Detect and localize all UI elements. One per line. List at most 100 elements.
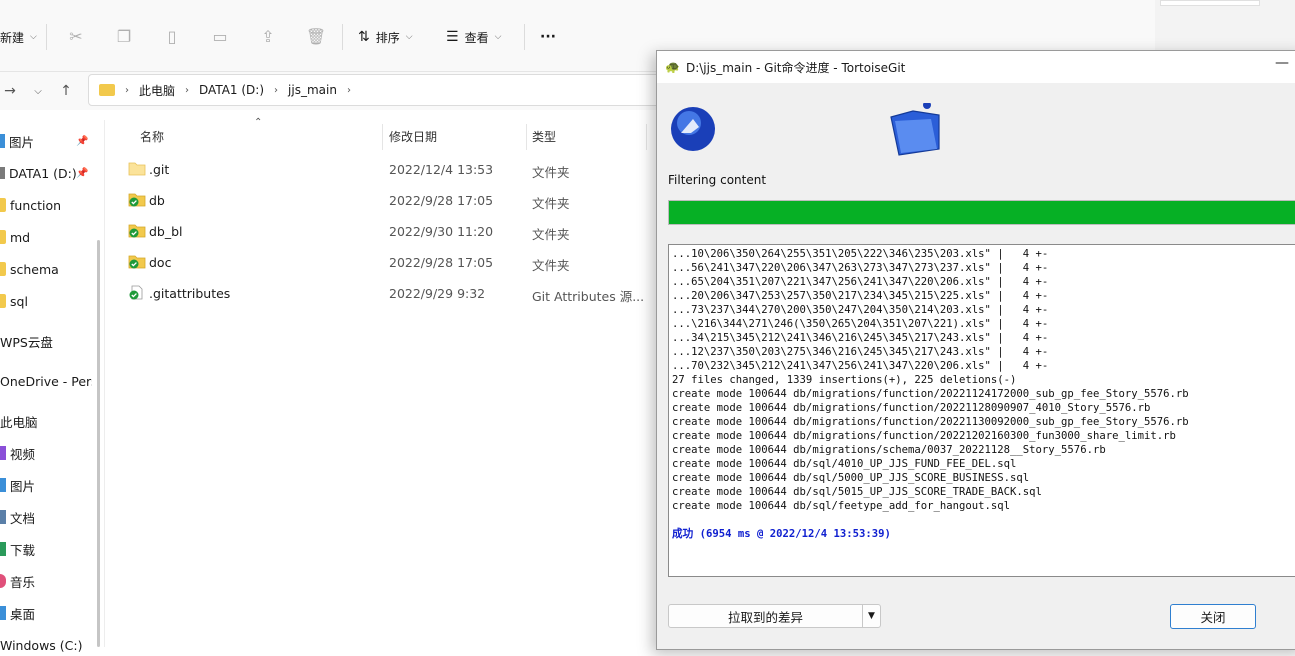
nav-item-documents[interactable]: 文档 (0, 506, 92, 528)
column-divider[interactable] (646, 124, 647, 150)
breadcrumb-data1[interactable]: DATA1 (D:) (199, 83, 264, 97)
nav-item-wps-cloud[interactable]: WPS云盘 (0, 330, 92, 352)
toolbar-divider (524, 24, 525, 50)
file-modified: 2022/9/29 9:32 (389, 286, 486, 301)
paste-icon[interactable]: ▯ (162, 26, 182, 46)
folder-icon (128, 162, 146, 176)
address-bar[interactable]: › 此电脑 › DATA1 (D:) › jjs_main › (88, 74, 708, 106)
nav-item-label: function (10, 197, 62, 213)
documents-icon (0, 510, 6, 524)
log-line: create mode 100644 db/migrations/functio… (672, 388, 1189, 400)
log-line: create mode 100644 db/sql/4010_UP_JJS_FU… (672, 458, 1017, 470)
share-icon[interactable]: ⇪ (258, 26, 278, 46)
folder-icon (0, 294, 6, 308)
git-clean-folder-icon (128, 193, 146, 207)
log-line: create mode 100644 db/migrations/functio… (672, 416, 1189, 428)
nav-item-label: 视频 (10, 446, 36, 462)
more-options-button[interactable]: ··· (540, 24, 556, 50)
cut-icon[interactable]: ✂ (66, 26, 86, 46)
nav-item-function[interactable]: function (0, 194, 92, 216)
nav-item-label: 文档 (10, 510, 36, 526)
sort-label: 排序 (375, 30, 400, 45)
nav-item-label: sql (10, 293, 28, 309)
file-row[interactable]: doc 2022/9/28 17:05 文件夹 (106, 247, 666, 278)
close-label: 关闭 (1200, 610, 1226, 625)
nav-item-md[interactable]: md (0, 226, 92, 248)
log-line: ...\216\344\271\246(\350\265\204\351\207… (672, 318, 1049, 330)
nav-item-music[interactable]: 音乐 (0, 570, 92, 592)
nav-item-pictures-pinned[interactable]: 图片 📌 (0, 130, 92, 152)
nav-item-schema[interactable]: schema (0, 258, 92, 280)
file-row[interactable]: db 2022/9/28 17:05 文件夹 (106, 185, 666, 216)
file-row[interactable]: .gitattributes 2022/9/29 9:32 Git Attrib… (106, 278, 666, 309)
videos-icon (0, 446, 6, 460)
nav-item-label: WPS云盘 (0, 334, 53, 350)
sort-button[interactable]: ⇅ 排序 ⌵ (358, 24, 413, 50)
fetched-diff-button[interactable]: 拉取到的差异 ▼ (668, 604, 881, 628)
column-header-type[interactable]: 类型 (532, 128, 556, 145)
progress-status: Filtering content (668, 173, 767, 187)
nav-item-sql[interactable]: sql (0, 290, 92, 312)
breadcrumb-jjs-main[interactable]: jjs_main (288, 83, 337, 97)
log-line: create mode 100644 db/sql/5015_UP_JJS_SC… (672, 486, 1042, 498)
file-row[interactable]: db_bl 2022/9/30 11:20 文件夹 (106, 216, 666, 247)
file-name: .git (149, 162, 170, 177)
dialog-title-bar[interactable]: 🐢 D:\jjs_main - Git命令进度 - TortoiseGit (657, 51, 1295, 83)
log-blank-line (672, 513, 1295, 527)
chevron-right-icon: › (346, 84, 351, 96)
log-line: ...20\206\347\253\257\350\217\234\345\21… (672, 290, 1049, 302)
nav-pane-scrollbar[interactable] (97, 240, 100, 647)
file-row[interactable]: .git 2022/12/4 13:53 文件夹 (106, 154, 666, 185)
breadcrumb-this-pc[interactable]: 此电脑 (139, 82, 175, 99)
view-label: 查看 (464, 30, 489, 45)
folder-icon (0, 198, 6, 212)
column-divider[interactable] (382, 124, 383, 150)
log-line: ...34\215\345\212\241\346\216\245\345\21… (672, 332, 1049, 344)
nav-item-label: OneDrive - Pers (0, 373, 92, 389)
nav-item-this-pc[interactable]: 此电脑 (0, 410, 92, 432)
view-button[interactable]: ☰ 查看 ⌵ (446, 24, 501, 50)
column-header-modified[interactable]: 修改日期 (389, 128, 437, 145)
nav-item-windows-c[interactable]: Windows (C:) (0, 634, 92, 656)
nav-item-videos[interactable]: 视频 (0, 442, 92, 464)
git-output-log[interactable]: ...10\206\350\264\255\351\205\222\346\23… (668, 244, 1295, 577)
up-icon[interactable]: ↑ (56, 81, 76, 101)
column-divider[interactable] (526, 124, 527, 150)
file-type: Git Attributes 源... (532, 289, 645, 304)
nav-item-label: 图片 (10, 478, 36, 494)
close-button[interactable]: 关闭 (1170, 604, 1256, 629)
recent-locations-icon[interactable]: ⌵ (28, 81, 48, 101)
log-line: ...65\204\351\207\221\347\256\241\347\22… (672, 276, 1049, 288)
nav-item-onedrive[interactable]: OneDrive - Pers (0, 370, 92, 392)
git-clean-folder-icon (128, 224, 146, 238)
nav-item-desktop[interactable]: 桌面 (0, 602, 92, 624)
column-header-name[interactable]: 名称 (140, 128, 164, 145)
log-line: ...70\232\345\212\241\347\256\241\347\22… (672, 360, 1049, 372)
dialog-title: D:\jjs_main - Git命令进度 - TortoiseGit (685, 60, 906, 75)
folder-icon (890, 103, 940, 156)
log-line: ...10\206\350\264\255\351\205\222\346\23… (672, 248, 1049, 260)
file-name: .gitattributes (149, 286, 231, 301)
nav-item-label: 图片 (9, 134, 35, 150)
rename-icon[interactable]: ▭ (210, 26, 230, 46)
sort-icon: ⇅ (358, 29, 370, 45)
copy-icon[interactable]: ❐ (114, 26, 134, 46)
nav-item-label: md (10, 229, 31, 245)
nav-item-data1[interactable]: DATA1 (D:) 📌 (0, 162, 92, 184)
dropdown-arrow-icon[interactable]: ▼ (862, 605, 880, 627)
delete-icon[interactable]: 🗑 (306, 26, 326, 46)
sort-ascending-icon: ⌃ (254, 117, 263, 128)
pane-divider (104, 120, 105, 647)
file-modified: 2022/9/30 11:20 (389, 224, 494, 239)
new-button[interactable]: 新建 ⌵ (0, 24, 37, 50)
minimize-button[interactable]: — (1275, 55, 1289, 71)
pictures-icon (0, 134, 5, 148)
nav-item-label: 桌面 (10, 606, 36, 622)
folder-icon (0, 262, 6, 276)
log-success-line: 成功 (6954 ms @ 2022/12/4 13:53:39) (672, 528, 891, 540)
nav-item-downloads[interactable]: 下载 (0, 538, 92, 560)
log-line: create mode 100644 db/migrations/functio… (672, 430, 1176, 442)
nav-item-pictures[interactable]: 图片 (0, 474, 92, 496)
file-type: 文件夹 (532, 227, 570, 242)
forward-icon[interactable]: → (0, 81, 20, 101)
